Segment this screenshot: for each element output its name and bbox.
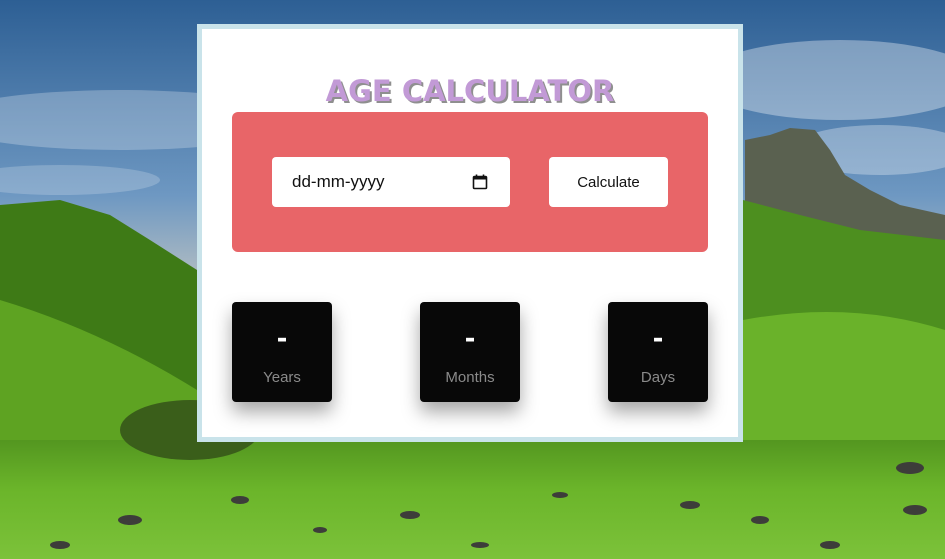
days-result: - Days (608, 302, 708, 402)
date-input-placeholder: dd-mm-yyyy (292, 172, 385, 191)
calculate-button[interactable]: Calculate (549, 157, 668, 207)
months-result: - Months (420, 302, 520, 402)
input-panel: dd-mm-yyyy Calculate (232, 112, 708, 252)
date-input[interactable]: dd-mm-yyyy (272, 157, 510, 207)
months-value: - (464, 324, 476, 354)
age-calculator-card: AGE CALCULATOR dd-mm-yyyy Calculate - Ye… (197, 24, 743, 442)
page-title: AGE CALCULATOR (325, 74, 615, 108)
days-label: Days (640, 369, 676, 386)
years-value: - (276, 324, 288, 354)
days-value: - (652, 324, 664, 354)
years-result: - Years (232, 302, 332, 402)
years-label: Years (263, 369, 301, 386)
calendar-icon[interactable] (472, 174, 488, 190)
months-label: Months (445, 369, 495, 386)
